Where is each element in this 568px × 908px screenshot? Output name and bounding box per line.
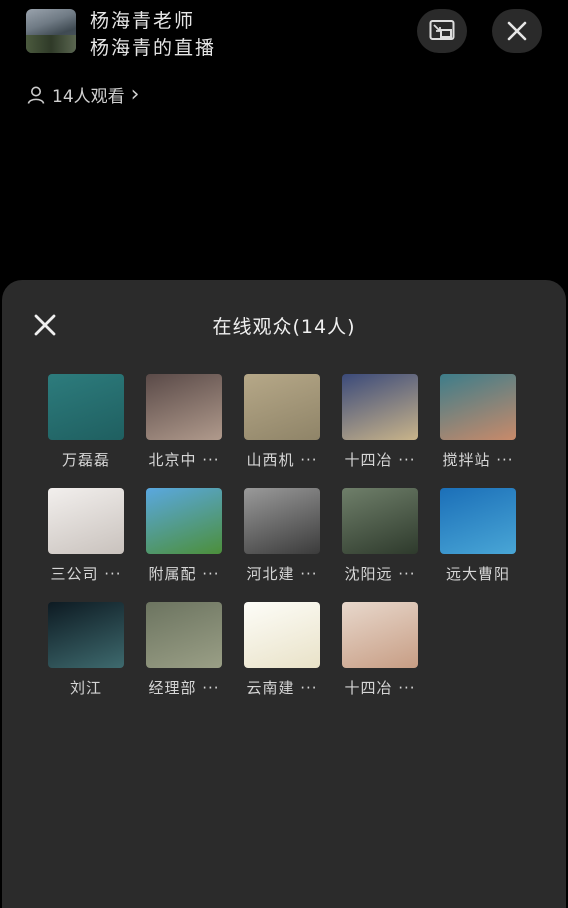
close-stream-button[interactable]	[492, 9, 542, 53]
audience-avatar	[48, 488, 124, 554]
audience-member[interactable]: 十四冶 ···	[342, 602, 418, 698]
picture-in-picture-icon	[429, 20, 455, 40]
audience-member[interactable]: 北京中 ···	[146, 374, 222, 470]
audience-name: 云南建 ···	[246, 679, 318, 697]
audience-avatar	[48, 602, 124, 668]
audience-avatar	[342, 374, 418, 440]
audience-name: 三公司 ···	[50, 565, 122, 583]
audience-avatar	[244, 488, 320, 554]
audience-name: 万磊磊	[61, 451, 110, 469]
audience-member[interactable]: 远大曹阳	[440, 488, 516, 584]
audience-name: 北京中 ···	[148, 451, 220, 469]
audience-avatar	[440, 374, 516, 440]
person-icon	[27, 86, 45, 104]
audience-name: 远大曹阳	[445, 565, 510, 583]
audience-member[interactable]: 刘江	[48, 602, 124, 698]
audience-member[interactable]: 经理部 ···	[146, 602, 222, 698]
audience-avatar	[146, 488, 222, 554]
audience-avatar	[440, 488, 516, 554]
audience-grid: 万磊磊 北京中 ··· 山西机 ··· 十四冶 ··· 搅拌站 ··· 三公司 ··· 附属…	[48, 374, 528, 698]
audience-avatar	[342, 602, 418, 668]
stream-title: 杨海青的直播	[90, 37, 217, 59]
audience-name: 经理部 ···	[148, 679, 220, 697]
live-stream-screen: 杨海青老师 杨海青的直播 14人观看 › 在线观众(14人) 万磊磊 北京中 ··…	[0, 0, 568, 908]
audience-name: 山西机 ···	[246, 451, 318, 469]
close-icon	[507, 21, 527, 41]
audience-member[interactable]: 万磊磊	[48, 374, 124, 470]
audience-name: 附属配 ···	[148, 565, 220, 583]
audience-member[interactable]: 十四冶 ···	[342, 374, 418, 470]
audience-member[interactable]: 三公司 ···	[48, 488, 124, 584]
picture-in-picture-button[interactable]	[417, 9, 467, 53]
audience-name: 十四冶 ···	[344, 451, 416, 469]
audience-name: 刘江	[69, 679, 102, 697]
audience-name: 河北建 ···	[246, 565, 318, 583]
online-audience-sheet: 在线观众(14人) 万磊磊 北京中 ··· 山西机 ··· 十四冶 ··· 搅拌站 ··…	[2, 280, 566, 908]
audience-avatar	[48, 374, 124, 440]
chevron-right-icon: ›	[130, 81, 140, 107]
host-avatar[interactable]	[26, 9, 76, 53]
audience-member[interactable]: 搅拌站 ···	[440, 374, 516, 470]
audience-name: 十四冶 ···	[344, 679, 416, 697]
sheet-title: 在线观众(14人)	[212, 316, 356, 338]
audience-avatar	[244, 602, 320, 668]
viewer-count-label: 14人观看	[52, 87, 125, 107]
audience-name: 沈阳远 ···	[344, 565, 416, 583]
audience-avatar	[146, 602, 222, 668]
audience-name: 搅拌站 ···	[442, 451, 514, 469]
audience-avatar	[342, 488, 418, 554]
audience-member[interactable]: 沈阳远 ···	[342, 488, 418, 584]
audience-member[interactable]: 附属配 ···	[146, 488, 222, 584]
audience-member[interactable]: 山西机 ···	[244, 374, 320, 470]
audience-avatar	[244, 374, 320, 440]
audience-avatar	[146, 374, 222, 440]
audience-member[interactable]: 河北建 ···	[244, 488, 320, 584]
host-name: 杨海青老师	[90, 10, 196, 32]
viewer-count-link[interactable]: 14人观看 ›	[26, 82, 139, 107]
audience-member[interactable]: 云南建 ···	[244, 602, 320, 698]
